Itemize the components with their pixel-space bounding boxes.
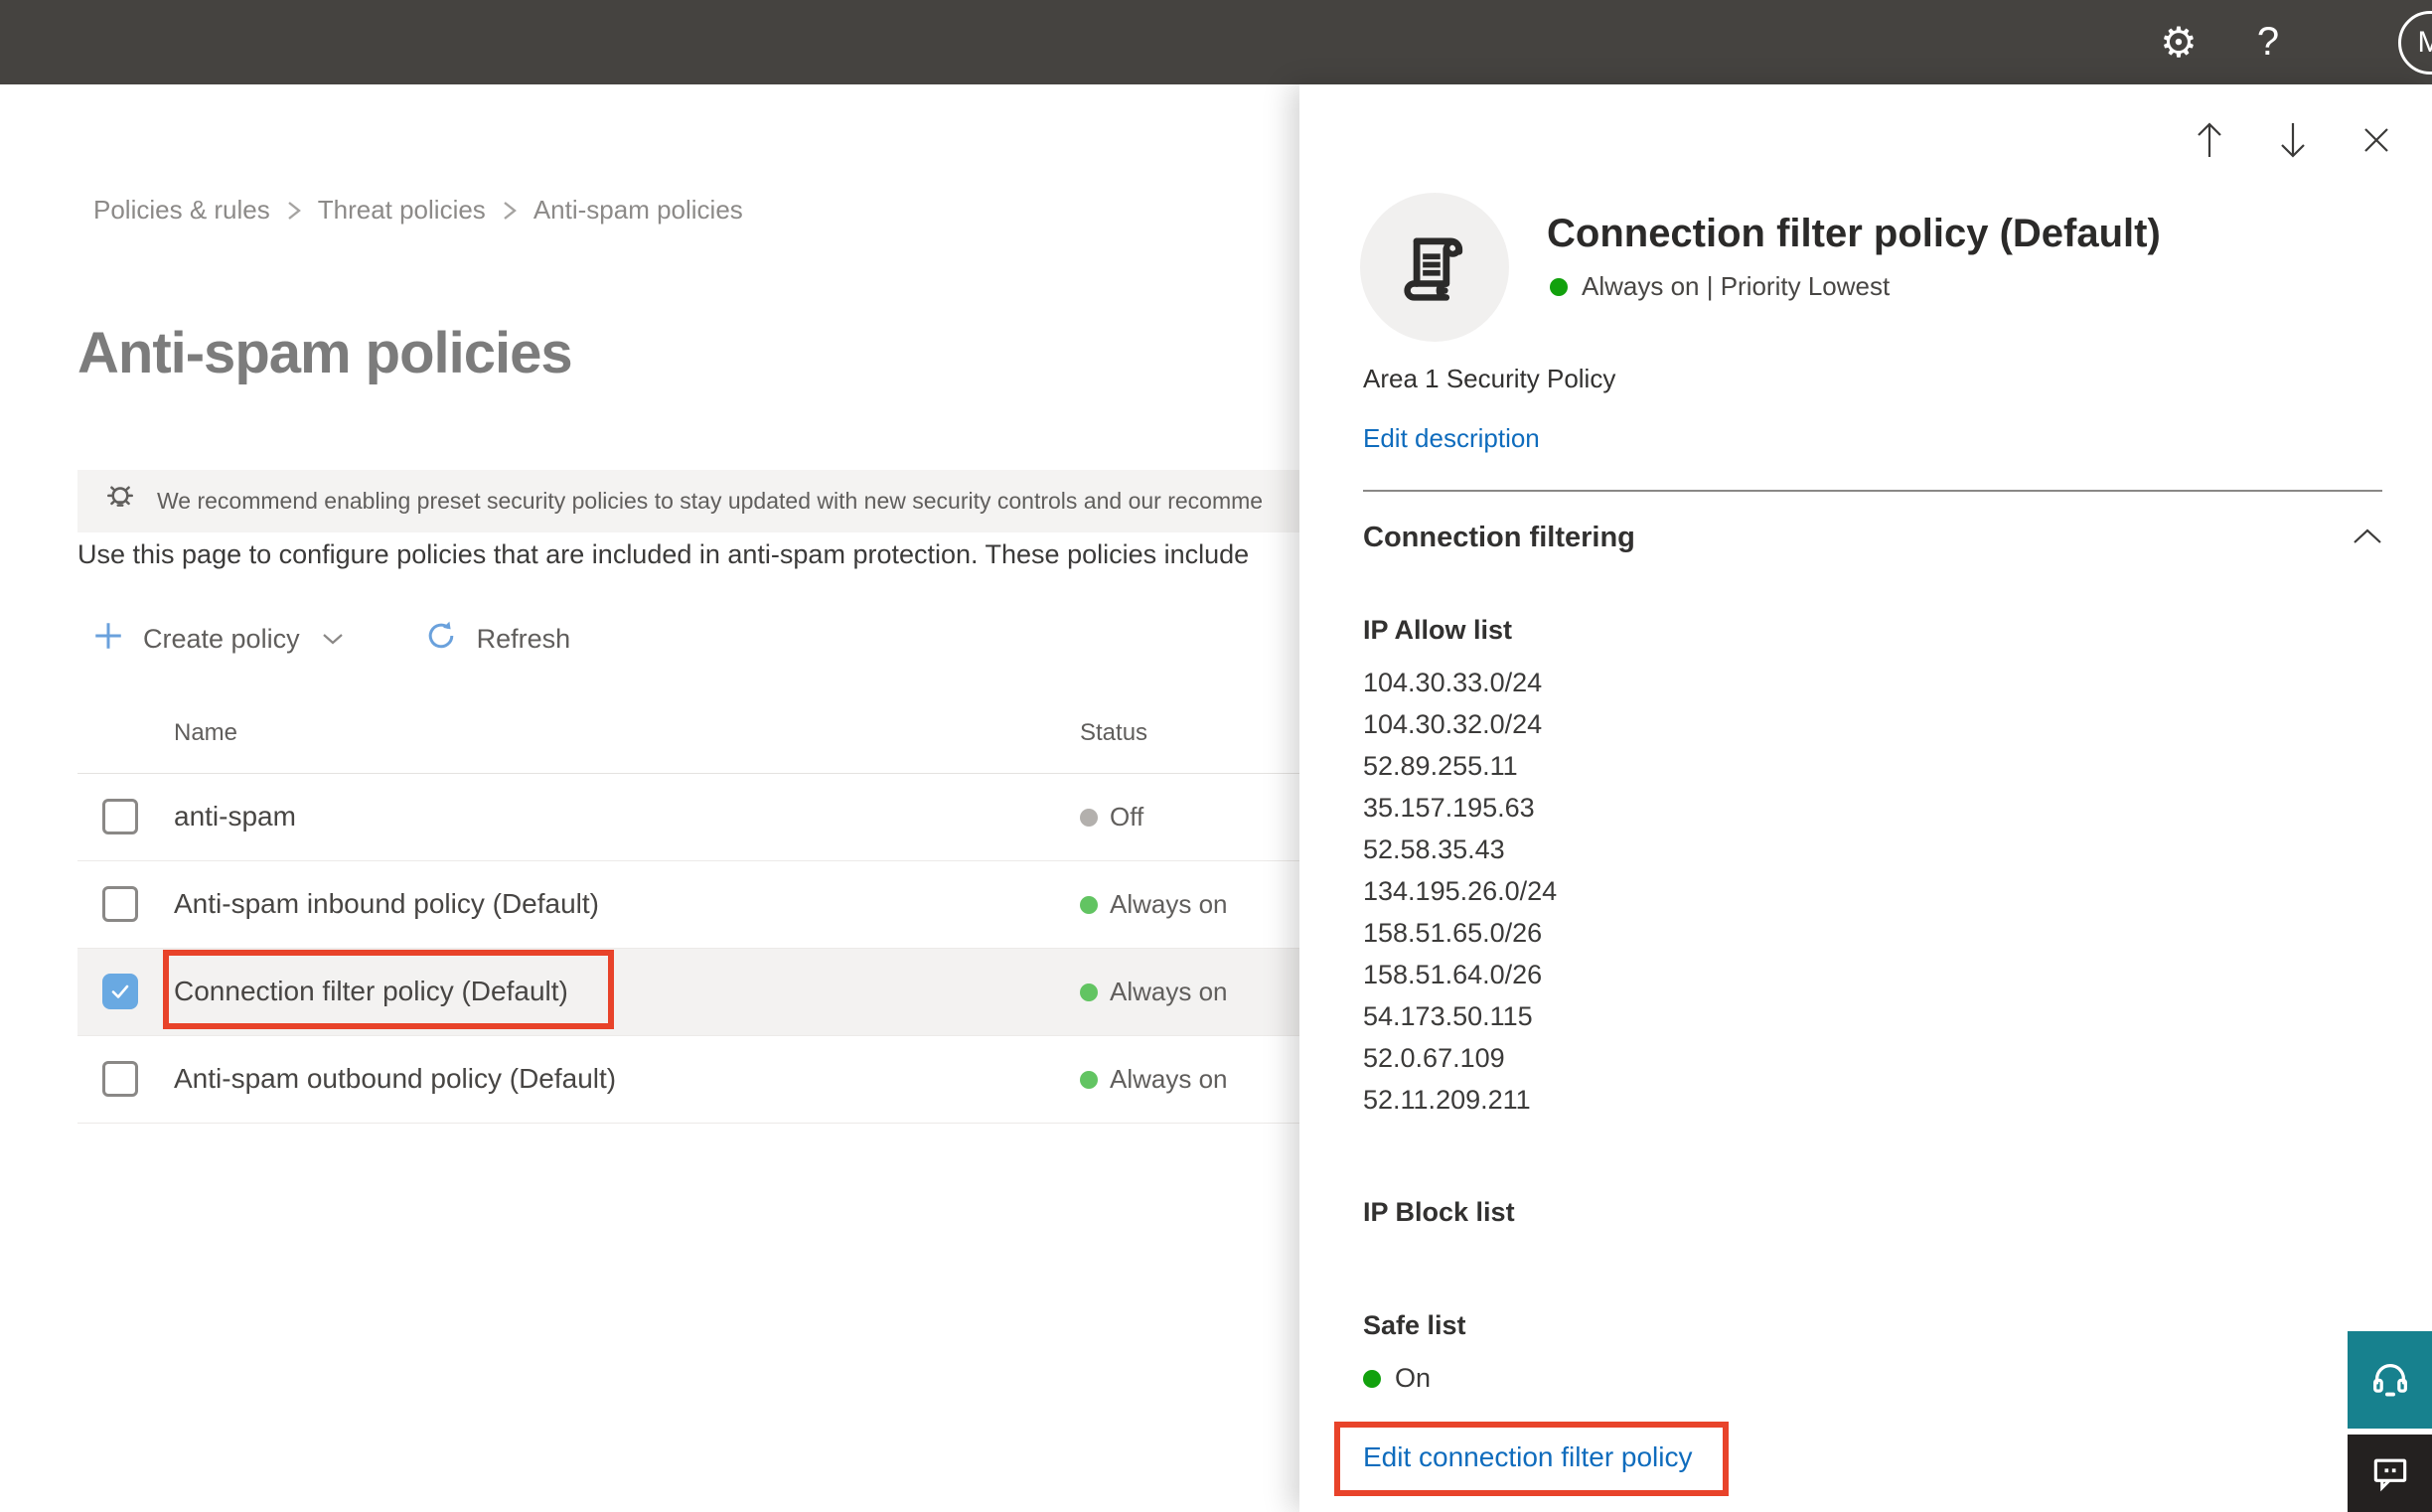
policy-description: Area 1 Security Policy [1363,364,1616,393]
next-item-button[interactable] [2273,120,2313,160]
table-row-anti-spam[interactable]: anti-spam Off [77,774,1325,861]
table-row-inbound-policy[interactable]: Anti-spam inbound policy (Default) Alway… [77,861,1325,949]
status-dot-off [1080,808,1098,827]
status-badge: Always on [1080,1064,1228,1095]
close-icon [2364,128,2388,152]
chevron-up-icon [2354,529,2381,543]
feedback-button[interactable] [2348,1435,2432,1512]
ip-entry: 54.173.50.115 [1363,1001,1533,1031]
status-text: Always on [1110,889,1228,919]
policy-table: Name Status anti-spam Off Anti-spam inbo… [77,695,1325,1124]
policy-name[interactable]: Anti-spam inbound policy (Default) [174,888,599,920]
column-header-status: Status [1080,719,1148,746]
table-header: Name Status [77,695,1325,774]
chevron-right-icon [286,198,302,224]
top-app-bar: ⚙ ? M [0,0,2432,84]
ip-entry: 104.30.32.0/24 [1363,709,1543,739]
page-title: Anti-spam policies [77,321,573,385]
previous-item-button[interactable] [2190,120,2229,160]
ip-entry: 104.30.33.0/24 [1363,668,1543,697]
status-dot-on [1363,1369,1381,1388]
status-dot-on [1080,983,1098,1001]
feedback-chat-icon [2373,1458,2406,1492]
flyout-title: Connection filter policy (Default) [1547,212,2161,255]
row-checkbox[interactable] [102,799,138,834]
ip-block-list-label: IP Block list [1363,1197,1515,1227]
refresh-label: Refresh [476,624,571,654]
recommendation-banner: We recommend enabling preset security po… [77,470,1299,532]
safe-list-status: On [1363,1363,1431,1394]
policy-name[interactable]: anti-spam [174,801,296,832]
collapse-section-button[interactable] [2351,526,2384,552]
chevron-right-icon [502,198,518,224]
status-text: Off [1110,802,1144,832]
command-bar: Create policy Refresh [91,618,570,661]
help-button[interactable]: ? [2223,0,2313,84]
refresh-button[interactable]: Refresh [423,618,571,661]
status-dot-on [1080,1070,1098,1089]
ip-entry: 134.195.26.0/24 [1363,876,1558,906]
screen: ⚙ ? M Policies & rules Threat policies A… [0,0,2432,1512]
avatar-initial: M [2417,26,2432,59]
flyout-status-text: Always on | Priority Lowest [1582,271,1891,301]
lightbulb-icon [101,480,139,523]
status-dot-on [1550,277,1568,296]
policy-name[interactable]: Connection filter policy (Default) [174,976,568,1007]
scroll-policy-icon [1404,237,1463,301]
policy-name[interactable]: Anti-spam outbound policy (Default) [174,1063,616,1095]
create-policy-label: Create policy [143,624,300,654]
breadcrumb-policies-rules[interactable]: Policies & rules [93,195,270,226]
safe-list-label: Safe list [1363,1310,1466,1340]
settings-button[interactable]: ⚙ [2134,0,2223,84]
ip-entry: 35.157.195.63 [1363,793,1535,823]
row-checkbox[interactable] [102,886,138,922]
ip-entry: 52.58.35.43 [1363,834,1505,864]
status-dot-on [1080,895,1098,914]
headset-icon [2372,1364,2407,1397]
divider [1363,490,2382,492]
chevron-down-icon [320,624,346,655]
ip-entry: 52.0.67.109 [1363,1043,1505,1073]
arrow-up-icon [2198,122,2221,157]
status-badge: Always on [1080,977,1228,1007]
flyout-status-line: Always on | Priority Lowest [1550,271,1890,302]
plus-icon [91,619,125,660]
status-badge: Always on [1080,889,1228,920]
table-row-connection-filter-policy[interactable]: Connection filter policy (Default) Alway… [77,949,1325,1036]
ip-allow-list: 104.30.33.0/24 104.30.32.0/24 52.89.255.… [1363,662,1557,1121]
refresh-icon [423,618,459,661]
ip-allow-list-label: IP Allow list [1363,615,1513,645]
policy-icon-circle [1360,193,1509,342]
ip-entry: 158.51.64.0/26 [1363,960,1543,989]
ip-entry: 52.89.255.11 [1363,751,1518,781]
support-button[interactable] [2348,1331,2432,1429]
flyout-nav [2190,120,2396,160]
column-header-name: Name [174,719,238,746]
status-badge: Off [1080,802,1143,832]
arrow-down-icon [2281,123,2305,158]
ip-entry: 158.51.65.0/26 [1363,918,1543,948]
row-checkbox[interactable] [102,1061,138,1097]
banner-text: We recommend enabling preset security po… [157,488,1264,514]
page-intro-text: Use this page to configure policies that… [77,539,1250,569]
edit-description-link[interactable]: Edit description [1363,423,1540,454]
section-title-connection-filtering: Connection filtering [1363,522,1635,553]
edit-connection-filter-policy-link[interactable]: Edit connection filter policy [1363,1441,1693,1473]
breadcrumb: Policies & rules Threat policies Anti-sp… [93,195,743,226]
status-text: Always on [1110,977,1228,1006]
ip-entry: 52.11.209.211 [1363,1085,1531,1115]
status-text: Always on [1110,1064,1228,1094]
policy-details-flyout: Connection filter policy (Default) Alway… [1299,84,2432,1512]
table-row-outbound-policy[interactable]: Anti-spam outbound policy (Default) Alwa… [77,1036,1325,1124]
help-icon: ? [2256,20,2280,64]
gear-icon: ⚙ [2160,18,2198,66]
breadcrumb-anti-spam-policies: Anti-spam policies [532,195,743,225]
row-checkbox-checked[interactable] [102,974,138,1009]
close-flyout-button[interactable] [2356,120,2396,160]
breadcrumb-threat-policies[interactable]: Threat policies [318,195,486,226]
safe-list-value: On [1395,1363,1432,1393]
create-policy-button[interactable]: Create policy [91,619,346,660]
